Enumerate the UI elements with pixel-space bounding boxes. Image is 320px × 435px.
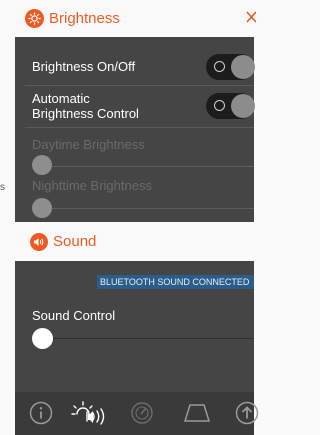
brightness-onoff-row: Brightness On/Off [15,51,255,81]
brightness-onoff-label: Brightness On/Off [32,59,136,74]
nighttime-brightness-row: Nighttime Brightness [15,176,254,220]
auto-brightness-label-line1: Automatic [32,91,90,106]
brightness-onoff-toggle[interactable] [206,54,255,80]
daytime-brightness-label: Daytime Brightness [32,137,145,152]
bluetooth-status-banner: BLUETOOTH SOUND CONNECTED [97,275,254,289]
nighttime-brightness-label: Nighttime Brightness [32,178,152,193]
bottom-tab-bar [15,392,259,435]
auto-brightness-row: Automatic Brightness Control [15,89,255,125]
nighttime-brightness-track [41,208,254,209]
close-icon[interactable] [246,9,257,28]
settings-panel: Brightness Brightness On/Off Automatic B… [15,0,259,435]
gauge-icon[interactable] [129,400,155,426]
info-icon[interactable] [28,400,54,426]
sound-title: Sound [53,233,97,250]
toggle-off-indicator-icon [214,61,225,72]
brightness-title: Brightness [49,10,120,27]
edge-fragment-text: s [0,182,5,193]
sun-icon [25,9,44,28]
brightness-header: Brightness [15,0,257,37]
sound-control-slider[interactable] [32,328,53,349]
sound-control-track [41,338,254,339]
sound-control-label: Sound Control [32,308,116,323]
auto-brightness-label-line2: Brightness Control [32,106,139,121]
toggle-off-indicator-icon [214,100,225,111]
toggle-knob [231,94,255,118]
sound-header: Sound [15,222,254,261]
divider [25,85,254,86]
speaker-icon [30,232,48,251]
upload-icon[interactable] [234,400,260,426]
brightness-section: Brightness On/Off Automatic Brightness C… [15,37,255,222]
sound-section: BLUETOOTH SOUND CONNECTED Sound Control [15,261,254,392]
toggle-knob [231,55,255,79]
auto-brightness-toggle[interactable] [206,93,255,119]
nighttime-brightness-slider[interactable] [32,198,52,218]
brightness-sound-icon[interactable] [71,400,111,426]
daytime-brightness-row: Daytime Brightness [15,135,254,175]
trapezoid-icon[interactable] [182,400,212,426]
daytime-brightness-track [41,166,254,167]
daytime-brightness-slider[interactable] [32,155,52,175]
divider [25,127,254,128]
